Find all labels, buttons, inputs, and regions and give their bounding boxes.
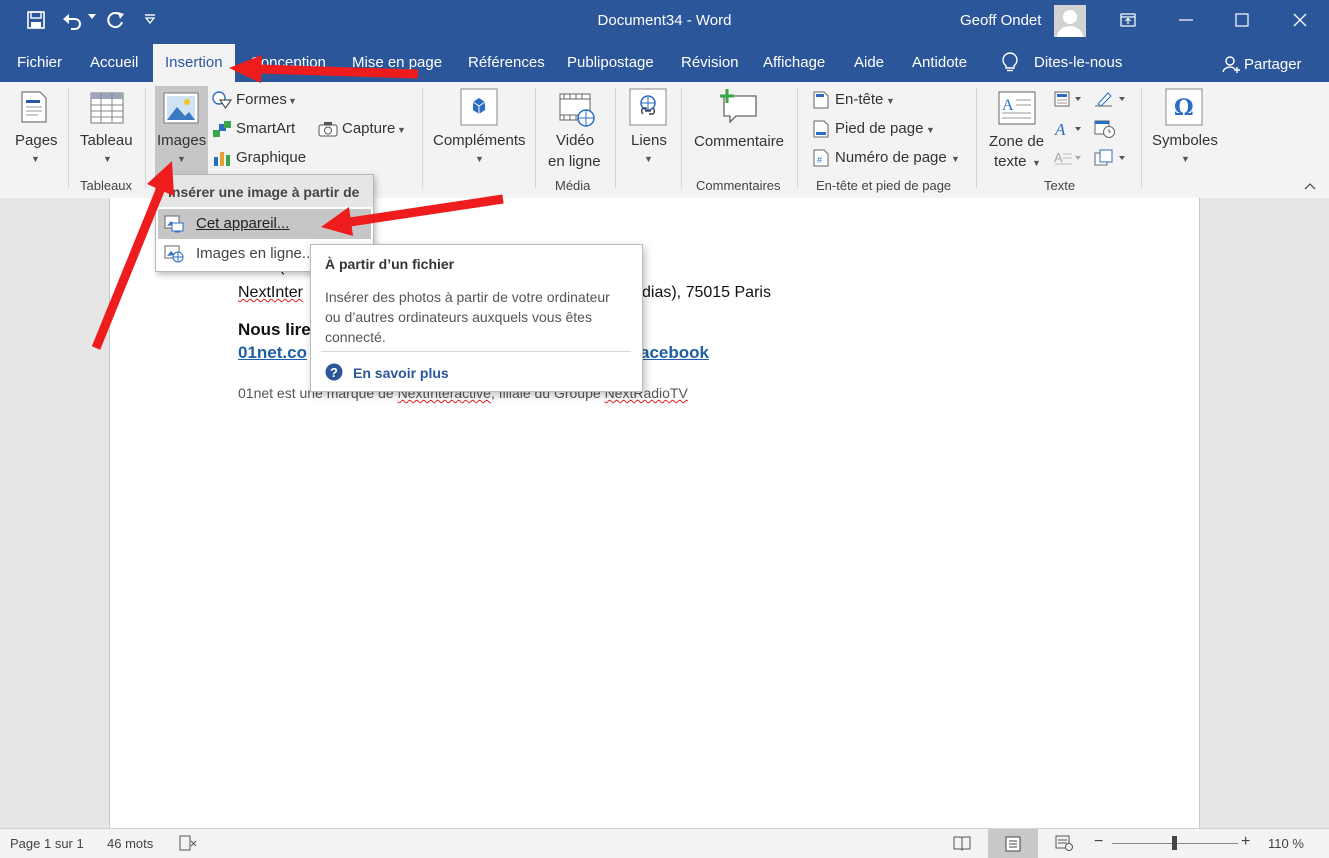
zoom-slider-thumb[interactable] [1172,836,1177,850]
word-count[interactable]: 46 mots [107,836,153,851]
zoom-level[interactable]: 110 % [1268,836,1304,851]
proofing-book-icon[interactable] [179,835,197,851]
read-mode-icon[interactable] [953,835,971,851]
page-count[interactable]: Page 1 sur 1 [10,836,84,851]
status-bar: Page 1 sur 1 46 mots − + 110 % [0,828,1329,858]
annotation-arrows [91,55,504,350]
zoom-out-button[interactable]: − [1094,833,1103,851]
zoom-in-button[interactable]: + [1241,833,1250,851]
web-layout-icon[interactable] [1055,835,1073,851]
red-arrow-to-this-device-item [321,194,504,236]
red-arrow-to-insertion-tab [229,55,419,83]
print-layout-view-button[interactable] [988,829,1038,858]
red-arrow-to-images-button [91,161,174,350]
